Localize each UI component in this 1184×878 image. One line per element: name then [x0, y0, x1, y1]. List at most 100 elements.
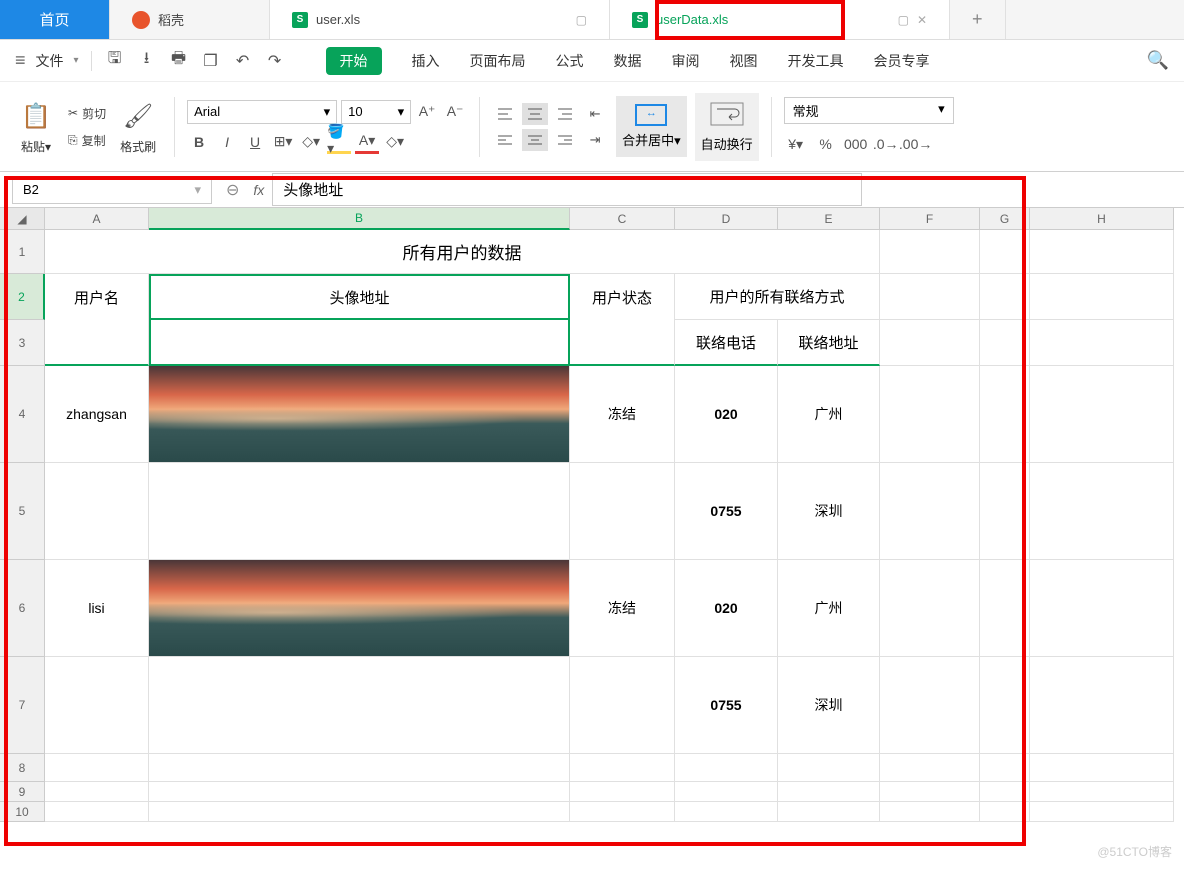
cell-avatar[interactable] [149, 366, 570, 463]
cell-avatar-header[interactable]: 头像地址 [149, 274, 570, 320]
menu-formula[interactable]: 公式 [556, 51, 584, 71]
cell[interactable] [980, 366, 1030, 463]
cell[interactable] [980, 754, 1030, 782]
font-size-select[interactable]: 10▾ [341, 100, 411, 124]
tab-home[interactable]: 首页 [0, 0, 110, 39]
cell[interactable] [980, 320, 1030, 366]
cell[interactable] [1030, 802, 1174, 822]
menu-data[interactable]: 数据 [614, 51, 642, 71]
cell-username[interactable]: zhangsan [45, 366, 149, 463]
export-icon[interactable]: ⭳ [136, 50, 158, 72]
cell-username[interactable] [45, 657, 149, 754]
cell[interactable] [149, 754, 570, 782]
cell[interactable] [570, 782, 675, 802]
cell-username[interactable] [45, 463, 149, 560]
cell[interactable] [45, 782, 149, 802]
row-header-7[interactable]: 7 [0, 657, 45, 754]
cell[interactable] [149, 782, 570, 802]
col-header-C[interactable]: C [570, 208, 675, 230]
cell-avatar[interactable] [149, 463, 570, 560]
cell[interactable] [880, 320, 980, 366]
menu-page-layout[interactable]: 页面布局 [470, 51, 526, 71]
cell-status[interactable]: 冻结 [570, 366, 675, 463]
cell[interactable] [149, 320, 570, 366]
cell[interactable] [778, 754, 880, 782]
cell-phone[interactable]: 020 [675, 366, 778, 463]
cell-phone[interactable]: 020 [675, 560, 778, 657]
col-header-H[interactable]: H [1030, 208, 1174, 230]
cell-address-header[interactable]: 联络地址 [778, 320, 880, 366]
col-header-E[interactable]: E [778, 208, 880, 230]
cell[interactable] [1030, 754, 1174, 782]
increase-font-icon[interactable]: A⁺ [415, 100, 439, 124]
fx-icon[interactable]: fx [253, 182, 264, 198]
cell[interactable] [880, 782, 980, 802]
copy-button[interactable]: ⎘ 复制 [68, 132, 106, 149]
cell[interactable] [675, 754, 778, 782]
cell[interactable] [149, 802, 570, 822]
cell[interactable] [1030, 560, 1174, 657]
cell[interactable] [980, 657, 1030, 754]
detach-icon[interactable]: ▢ [898, 13, 909, 27]
number-format-select[interactable]: 常规▾ [784, 97, 954, 124]
cell[interactable] [1030, 274, 1174, 320]
tab-daoke[interactable]: 稻壳 [110, 0, 270, 39]
cell-contacts-header[interactable]: 用户的所有联络方式 [675, 274, 880, 320]
merge-center-button[interactable]: 合并居中▾ [616, 96, 687, 157]
increase-indent-icon[interactable]: ⇥ [582, 129, 608, 151]
cell-phone[interactable]: 0755 [675, 657, 778, 754]
fill-color-button[interactable]: 🪣▾ [327, 130, 351, 154]
search-icon[interactable]: 🔍 [1147, 50, 1169, 71]
italic-button[interactable]: I [215, 130, 239, 154]
paste-icon[interactable]: 📋 [18, 98, 54, 134]
row-header-8[interactable]: 8 [0, 754, 45, 782]
row-header-10[interactable]: 10 [0, 802, 45, 822]
row-header-1[interactable]: 1 [0, 230, 45, 274]
cell[interactable] [570, 802, 675, 822]
col-header-D[interactable]: D [675, 208, 778, 230]
format-painter-label[interactable]: 格式刷 [120, 138, 156, 155]
cell-address[interactable]: 广州 [778, 366, 880, 463]
cell[interactable] [1030, 463, 1174, 560]
tab-userdata-xls[interactable]: S userData.xls ▢ ✕ [610, 0, 950, 39]
decrease-font-icon[interactable]: A⁻ [443, 100, 467, 124]
bold-button[interactable]: B [187, 130, 211, 154]
align-middle-icon[interactable] [522, 103, 548, 125]
print-icon[interactable]: 🖶 [168, 50, 190, 72]
align-left-icon[interactable] [492, 129, 518, 151]
file-menu[interactable]: 文件 [36, 51, 64, 71]
cell[interactable] [880, 657, 980, 754]
cell[interactable] [980, 230, 1030, 274]
cell[interactable] [880, 560, 980, 657]
increase-decimal-button[interactable]: .0→ [874, 132, 898, 156]
cell-address[interactable]: 广州 [778, 560, 880, 657]
row-header-2[interactable]: 2 [0, 274, 45, 320]
zoom-out-icon[interactable]: ⊖ [226, 180, 239, 200]
cell-status[interactable]: 冻结 [570, 560, 675, 657]
cell-title[interactable]: 所有用户的数据 [45, 230, 880, 274]
currency-button[interactable]: ¥▾ [784, 132, 808, 156]
cell[interactable] [880, 274, 980, 320]
row-header-5[interactable]: 5 [0, 463, 45, 560]
name-box[interactable]: B2▾ [12, 176, 212, 204]
cell[interactable] [45, 320, 149, 366]
cell[interactable] [1030, 782, 1174, 802]
save-icon[interactable]: 🖫 [104, 50, 126, 72]
cell[interactable] [880, 802, 980, 822]
tab-new[interactable]: + [950, 0, 1006, 39]
cell[interactable] [880, 366, 980, 463]
font-color-button[interactable]: A▾ [355, 130, 379, 154]
cell[interactable] [570, 320, 675, 366]
menu-view[interactable]: 视图 [730, 51, 758, 71]
align-bottom-icon[interactable] [552, 103, 578, 125]
menu-review[interactable]: 审阅 [672, 51, 700, 71]
cell[interactable] [45, 802, 149, 822]
cut-button[interactable]: ✂ 剪切 [68, 105, 106, 122]
row-header-3[interactable]: 3 [0, 320, 45, 366]
menu-dev[interactable]: 开发工具 [788, 51, 844, 71]
cell[interactable] [1030, 657, 1174, 754]
border-button[interactable]: ⊞▾ [271, 130, 295, 154]
cell-phone[interactable]: 0755 [675, 463, 778, 560]
preview-icon[interactable]: ❐ [200, 50, 222, 72]
cell-status-header[interactable]: 用户状态 [570, 274, 675, 320]
